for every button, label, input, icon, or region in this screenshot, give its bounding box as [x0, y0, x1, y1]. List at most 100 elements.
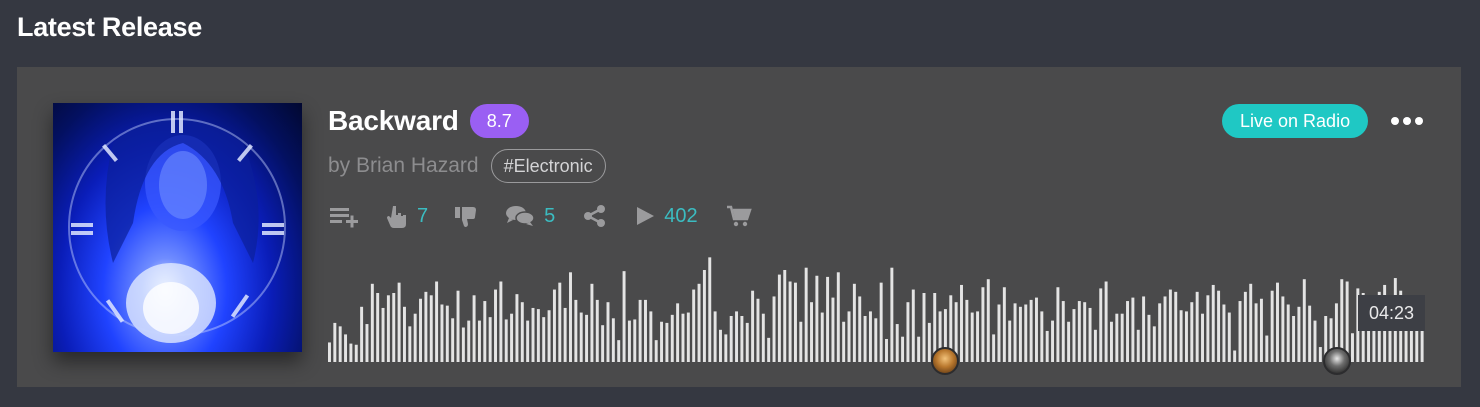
waveform-bar: [751, 290, 755, 362]
waveform-bar: [858, 296, 862, 362]
waveform-bar: [344, 334, 348, 362]
waveform-bar: [1131, 297, 1135, 362]
like-button[interactable]: 7: [386, 204, 428, 228]
waveform-bar: [986, 279, 990, 362]
waveform-bar: [617, 340, 621, 362]
waveform-bar: [552, 289, 556, 362]
waveform-bar: [1147, 314, 1151, 362]
waveform-bar: [970, 312, 974, 362]
waveform-bar: [1238, 301, 1242, 362]
waveform-bar: [531, 307, 535, 362]
waveform-bar: [826, 276, 830, 362]
waveform-bar: [402, 306, 406, 362]
waveform-bar: [1190, 302, 1194, 362]
track-title[interactable]: Backward: [328, 105, 459, 137]
genre-tag[interactable]: #Electronic: [490, 149, 606, 183]
waveform-bar: [1077, 301, 1081, 362]
waveform-bar: [831, 297, 835, 362]
waveform-bar: [1002, 287, 1006, 362]
waveform-bar: [1259, 298, 1263, 362]
waveform-bar: [579, 312, 583, 362]
waveform-bar: [793, 282, 797, 362]
waveform-bar: [1195, 291, 1199, 362]
waveform-bar: [515, 294, 519, 362]
waveform-bar: [440, 304, 444, 362]
comments-button[interactable]: 5: [505, 204, 555, 228]
waveform-comment-avatar[interactable]: [1323, 347, 1351, 375]
waveform-bar: [365, 324, 369, 362]
waveform-bar: [1104, 281, 1108, 362]
waveform-bar: [360, 306, 364, 362]
waveform-bar: [1051, 320, 1055, 362]
waveform-bar: [461, 327, 465, 362]
waveform-bar: [895, 324, 899, 362]
waveform-bar: [574, 299, 578, 362]
waveform-bar: [1018, 306, 1022, 362]
more-options-button[interactable]: [1387, 111, 1427, 131]
waveform-bar: [885, 339, 888, 362]
live-on-radio-button[interactable]: Live on Radio: [1222, 104, 1369, 138]
waveform-bar: [1061, 301, 1065, 362]
waveform-bar: [472, 295, 476, 362]
waveform-bar: [445, 305, 449, 362]
waveform-bar: [815, 275, 819, 362]
album-cover-art: [68, 111, 286, 343]
waveform-bar: [542, 317, 546, 362]
waveform-bar: [419, 298, 422, 362]
play-button[interactable]: 402: [635, 204, 698, 228]
waveform-bar: [424, 291, 428, 362]
waveform-bar: [1249, 283, 1253, 362]
waveform-bar: [665, 322, 669, 362]
waveform-bar: [692, 289, 696, 362]
waveform-bar: [981, 287, 985, 362]
waveform-bar: [1179, 310, 1183, 362]
waveform[interactable]: [328, 247, 1426, 362]
track-actions: 7 5 402: [328, 200, 752, 232]
waveform-bar: [349, 343, 353, 362]
waveform-bar: [767, 337, 771, 362]
waveform-bar: [708, 257, 712, 362]
add-to-playlist-button[interactable]: [328, 204, 360, 228]
like-count: 7: [417, 204, 429, 227]
waveform-bar: [1313, 320, 1317, 362]
buy-button[interactable]: [726, 204, 752, 228]
waveform-bar: [729, 316, 733, 362]
waveform-bar: [408, 326, 412, 362]
waveform-bar: [1035, 297, 1038, 362]
duration-label: 04:23: [1358, 295, 1425, 331]
release-card: Backward 8.7 by Brian Hazard #Electronic…: [17, 67, 1461, 387]
waveform-bar: [804, 267, 808, 362]
play-icon: [637, 207, 655, 225]
waveform-bar: [836, 272, 840, 362]
waveform-bar: [901, 336, 905, 362]
waveform-bar: [1276, 282, 1279, 362]
waveform-bar: [1297, 306, 1301, 362]
waveform-bar: [1158, 303, 1162, 362]
waveform-bar: [681, 313, 685, 362]
comment-count: 5: [544, 204, 556, 227]
waveform-bar: [1072, 309, 1076, 362]
waveform-bar: [606, 302, 610, 362]
waveform-comment-avatar[interactable]: [931, 347, 959, 375]
waveform-bar: [370, 283, 374, 362]
waveform-bar: [852, 283, 856, 362]
waveform-bar: [1093, 329, 1097, 362]
waveform-bar: [868, 311, 872, 362]
waveform-bar: [756, 298, 760, 362]
waveform-bar: [1013, 303, 1017, 362]
waveform-bar: [536, 309, 540, 362]
waveform-bar: [1099, 288, 1103, 362]
artist-name[interactable]: by Brian Hazard: [328, 154, 479, 178]
rating-badge: 8.7: [469, 104, 529, 138]
waveform-bar: [1222, 304, 1226, 362]
dislike-button[interactable]: [453, 204, 479, 228]
waveform-bar: [499, 281, 503, 362]
waveform-bar: [526, 320, 530, 362]
album-cover[interactable]: [53, 103, 302, 352]
waveform-bar: [483, 301, 487, 362]
waveform-bar: [386, 295, 390, 362]
waveform-bar: [467, 320, 471, 362]
waveform-bar: [638, 299, 642, 362]
share-button[interactable]: [583, 204, 607, 228]
waveform-bar: [429, 295, 433, 362]
